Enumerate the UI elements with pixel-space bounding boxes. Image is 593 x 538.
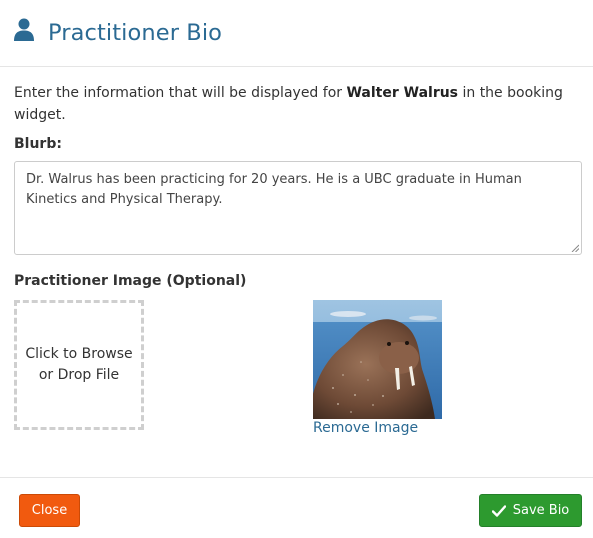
dropzone-text: Click to Browse or Drop File xyxy=(25,346,133,383)
intro-before: Enter the information that will be displ… xyxy=(14,85,347,101)
remove-image-link[interactable]: Remove Image xyxy=(313,420,418,436)
save-button-label: Save Bio xyxy=(512,503,570,518)
practitioner-bio-modal: Practitioner Bio Enter the information t… xyxy=(0,0,593,538)
image-label: Practitioner Image (Optional) xyxy=(14,273,247,289)
modal-body: Enter the information that will be displ… xyxy=(0,67,593,442)
close-button[interactable]: Close xyxy=(19,494,80,527)
modal-header: Practitioner Bio xyxy=(0,0,593,67)
image-row: Click to Browse or Drop File Remove Imag… xyxy=(14,300,582,442)
blurb-textarea[interactable]: Dr. Walrus has been practicing for 20 ye… xyxy=(14,161,582,255)
blurb-label: Blurb: xyxy=(14,136,62,152)
user-icon xyxy=(14,18,48,46)
close-button-label: Close xyxy=(31,503,68,518)
blurb-text: Dr. Walrus has been practicing for 20 ye… xyxy=(26,172,522,207)
image-dropzone[interactable]: Click to Browse or Drop File xyxy=(14,300,144,430)
intro-text: Enter the information that will be displ… xyxy=(14,82,574,126)
practitioner-name: Walter Walrus xyxy=(346,85,459,101)
modal-title: Practitioner Bio xyxy=(48,20,223,46)
walrus-photo xyxy=(313,300,442,419)
resize-grip-icon[interactable] xyxy=(571,244,579,252)
modal-footer: Close Save Bio xyxy=(0,477,593,538)
save-bio-button[interactable]: Save Bio xyxy=(479,494,582,527)
practitioner-image-preview xyxy=(313,300,442,419)
check-icon xyxy=(491,504,506,517)
